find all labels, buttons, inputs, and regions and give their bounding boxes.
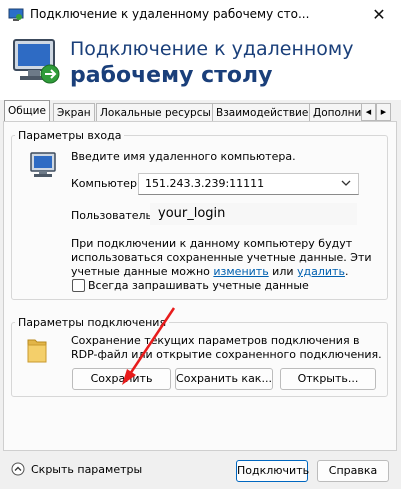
- tab-display[interactable]: Экран: [53, 103, 95, 122]
- save-as-button[interactable]: Сохранить как...: [175, 368, 273, 390]
- close-icon[interactable]: ✕: [368, 4, 390, 26]
- login-settings-title: Параметры входа: [15, 129, 125, 142]
- saved-creds-text: учетные данные можно: [71, 265, 210, 278]
- computer-icon: [30, 152, 56, 177]
- always-ask-label[interactable]: Всегда запрашивать учетные данные: [88, 279, 309, 293]
- user-value: your_login: [158, 206, 226, 221]
- collapse-chevron-up-icon[interactable]: [11, 462, 25, 476]
- window-title: Подключение к удаленному рабочему сто...: [30, 7, 310, 21]
- connection-desc-line1: Сохранение текущих параметров подключени…: [71, 334, 360, 347]
- delete-credentials-link[interactable]: удалить: [297, 265, 345, 278]
- tab-scroll-right-icon[interactable]: ▶: [376, 103, 391, 121]
- tab-advanced[interactable]: Дополни: [309, 103, 363, 122]
- login-hint: Введите имя удаленного компьютера.: [71, 150, 296, 163]
- folder-icon: [27, 339, 47, 363]
- tab-experience[interactable]: Взаимодействие: [212, 103, 313, 122]
- title-bar: Подключение к удаленному рабочему сто...…: [0, 0, 401, 30]
- computer-combobox[interactable]: 151.243.3.239:11111: [138, 173, 359, 195]
- edit-credentials-link[interactable]: изменить: [213, 265, 268, 278]
- always-ask-checkbox[interactable]: [72, 279, 85, 292]
- header-title-line1: Подключение к удаленному: [70, 38, 354, 60]
- header-banner: Подключение к удаленному рабочему столу: [0, 30, 401, 100]
- computer-value: 151.243.3.239:11111: [145, 177, 265, 190]
- open-button[interactable]: Открыть...: [280, 368, 376, 390]
- header-title-line2: рабочему столу: [70, 63, 273, 88]
- connect-button[interactable]: Подключить: [236, 460, 309, 482]
- chevron-down-icon[interactable]: [341, 180, 351, 187]
- tab-local-resources[interactable]: Локальные ресурсы: [96, 103, 215, 122]
- rdp-app-icon: [8, 8, 24, 21]
- saved-creds-line3: учетные данные можно изменить или удалит…: [71, 265, 348, 279]
- tab-general[interactable]: Общие: [4, 100, 50, 122]
- saved-creds-line2: использоваться сохраненные учетные данны…: [71, 251, 372, 264]
- saved-creds-or: или: [272, 265, 294, 278]
- monitor-icon: [13, 39, 60, 84]
- user-field: your_login: [150, 203, 357, 225]
- saved-creds-line1: При подключении к данному компьютеру буд…: [71, 237, 353, 250]
- hide-options-label[interactable]: Скрыть параметры: [31, 463, 142, 477]
- computer-label: Компьютер:: [71, 177, 141, 190]
- user-label: Пользователь:: [71, 209, 156, 222]
- tab-scroll-left-icon[interactable]: ◀: [361, 103, 376, 121]
- help-button[interactable]: Справка: [317, 460, 389, 482]
- annotation-arrow: [122, 307, 176, 385]
- saved-creds-dot: .: [344, 265, 349, 278]
